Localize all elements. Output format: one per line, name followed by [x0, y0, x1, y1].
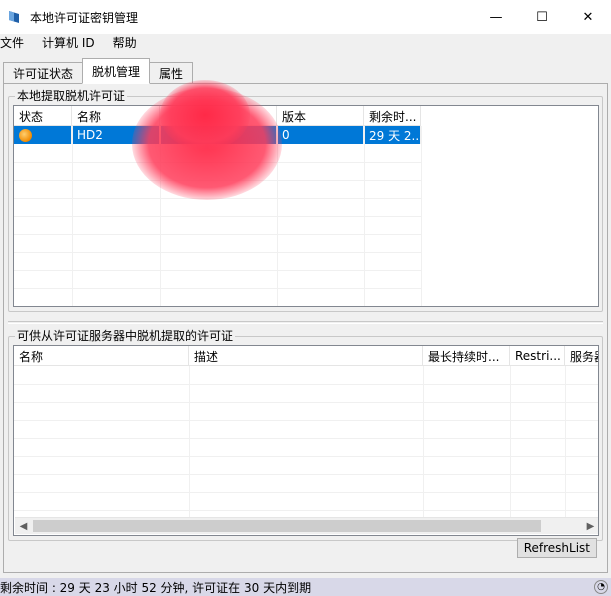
close-button[interactable]: ✕	[565, 0, 611, 34]
server-group-label: 可供从许可证服务器中脱机提取的许可证	[15, 328, 236, 344]
row-remaining: 29 天 2...	[364, 126, 421, 144]
menu-file[interactable]: 文件	[0, 35, 24, 51]
grid-line	[14, 510, 598, 511]
server-licenses-group: 可供从许可证服务器中脱机提取的许可证 名称 描述 最长持续时... Restri…	[8, 328, 603, 541]
tab-offline-management[interactable]: 脱机管理	[82, 58, 151, 84]
row-status-cell	[14, 126, 72, 144]
grid-line	[14, 456, 598, 457]
grid-line	[14, 438, 598, 439]
status-bar: 剩余时间 : 29 天 23 小时 52 分钟, 许可证在 30 天内到期 ◔	[0, 578, 611, 596]
tab-panel-offline: 本地提取脱机许可证 状态 名称 版本 剩余时... HD2 0 29 天 2..…	[3, 83, 608, 573]
tab-properties[interactable]: 属性	[149, 62, 194, 84]
grid-line	[14, 252, 421, 253]
col-remaining[interactable]: 剩余时...	[364, 106, 421, 126]
col-restrictions[interactable]: Restri...	[510, 346, 565, 366]
grid-col-line	[72, 126, 73, 306]
grid-line	[14, 384, 598, 385]
grid-col-line	[421, 126, 422, 306]
status-text: 剩余时间 : 29 天 23 小时 52 分钟, 许可证在 30 天内到期	[0, 580, 312, 595]
window-controls: — ☐ ✕	[473, 0, 611, 34]
grid-line	[14, 234, 421, 235]
grid-line	[14, 474, 598, 475]
grid-line	[14, 402, 598, 403]
server-licenses-list[interactable]: 名称 描述 最长持续时... Restri... 服务器 ◀ ▶	[13, 345, 599, 536]
refresh-list-button[interactable]: RefreshList	[516, 538, 597, 558]
col-description[interactable]: 描述	[189, 346, 423, 366]
col-server-name[interactable]: 名称	[14, 346, 189, 366]
window-title: 本地许可证密钥管理	[30, 10, 139, 25]
local-licenses-list[interactable]: 状态 名称 版本 剩余时... HD2 0 29 天 2...	[13, 105, 599, 307]
col-status[interactable]: 状态	[14, 106, 72, 126]
horizontal-scrollbar[interactable]: ◀ ▶	[15, 517, 598, 534]
grid-line	[14, 492, 598, 493]
grid-col-line	[189, 366, 190, 518]
menu-computer-id[interactable]: 计算机 ID	[42, 35, 95, 51]
grid-line	[14, 420, 598, 421]
minimize-button[interactable]: —	[473, 0, 519, 34]
row-version: 0	[277, 126, 364, 144]
scroll-right-icon[interactable]: ▶	[582, 518, 598, 534]
col-version[interactable]: 版本	[277, 106, 364, 126]
col-max-duration[interactable]: 最长持续时...	[423, 346, 510, 366]
grid-col-line	[510, 366, 511, 518]
menu-help[interactable]: 帮助	[113, 35, 137, 51]
orange-status-icon	[19, 128, 32, 142]
scroll-left-icon[interactable]: ◀	[15, 518, 32, 534]
tab-license-status[interactable]: 许可证状态	[3, 62, 84, 84]
redaction-scribble	[160, 80, 250, 150]
app-icon	[9, 11, 19, 23]
splitter-handle[interactable]	[8, 321, 603, 324]
local-group-label: 本地提取脱机许可证	[15, 88, 128, 104]
grid-line	[14, 216, 421, 217]
title-bar: 本地许可证密钥管理 — ☐ ✕	[0, 0, 611, 34]
grid-col-line	[423, 366, 424, 518]
server-list-header: 名称 描述 最长持续时... Restri... 服务器	[14, 346, 598, 366]
col-server[interactable]: 服务器	[565, 346, 598, 366]
grid-line	[14, 270, 421, 271]
grid-col-line	[565, 366, 566, 518]
menu-bar: 文件 计算机 ID 帮助	[0, 34, 611, 52]
tab-strip: 许可证状态 脱机管理 属性	[3, 58, 194, 84]
maximize-button[interactable]: ☐	[519, 0, 565, 34]
grid-col-line	[364, 126, 365, 306]
scroll-thumb[interactable]	[33, 520, 541, 532]
resize-grip-icon: ◔	[594, 580, 608, 594]
local-licenses-group: 本地提取脱机许可证 状态 名称 版本 剩余时... HD2 0 29 天 2..…	[8, 88, 603, 312]
grid-line	[14, 288, 421, 289]
